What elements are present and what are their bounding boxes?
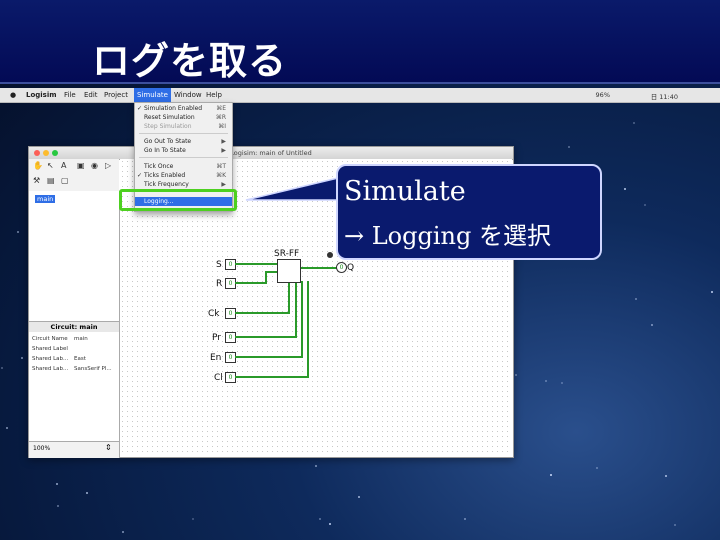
callout-line-2: → Logging を選択 — [344, 222, 551, 250]
callout-pointer — [245, 177, 339, 201]
callout-line-1: Simulate — [344, 176, 466, 207]
